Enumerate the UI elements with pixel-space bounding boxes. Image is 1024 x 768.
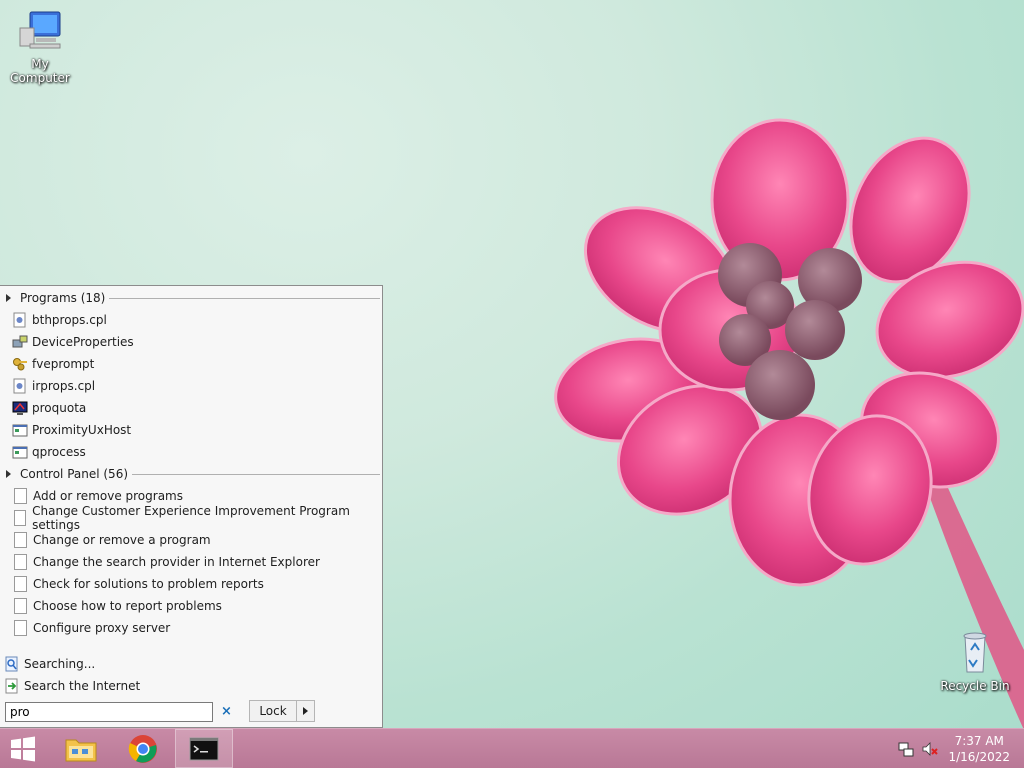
search-internet-item[interactable]: Search the Internet <box>4 676 364 696</box>
list-item-label: Change the search provider in Internet E… <box>33 555 320 569</box>
list-item-proquota[interactable]: proquota <box>12 398 372 418</box>
group-title: Programs (18) <box>20 291 106 305</box>
taskbar-command-prompt[interactable] <box>175 729 233 768</box>
divider <box>109 298 380 299</box>
list-item-proxy-server[interactable]: Configure proxy server <box>12 618 372 638</box>
list-item-label: Change Customer Experience Improvement P… <box>32 504 350 532</box>
list-item-qprocess[interactable]: qprocess <box>12 442 372 462</box>
list-item-label: irprops.cpl <box>32 379 96 393</box>
control-panel-group-header[interactable]: Control Panel (56) <box>6 467 380 481</box>
desktop-icon-label: Recycle Bin <box>940 679 1010 693</box>
list-item-irprops[interactable]: irprops.cpl <box>12 376 372 396</box>
document-icon <box>14 554 27 570</box>
computer-icon <box>19 11 61 49</box>
keys-icon <box>13 358 27 371</box>
clock-time: 7:37 AM <box>954 734 1004 748</box>
lock-button[interactable]: Lock <box>249 700 297 722</box>
list-item-label: proquota <box>32 401 87 415</box>
command-prompt-icon <box>189 737 219 760</box>
list-item-change-remove-program[interactable]: Change or remove a program <box>12 530 372 550</box>
list-item-deviceproperties[interactable]: DeviceProperties <box>12 332 372 352</box>
list-item-label: bthprops.cpl <box>32 313 107 327</box>
list-item-label: Check for solutions to problem reports <box>33 577 264 591</box>
chevron-right-icon <box>303 707 308 715</box>
list-item-label: Choose how to report problems <box>33 599 222 613</box>
clear-search-icon[interactable]: × <box>221 704 232 719</box>
taskbar-file-explorer[interactable] <box>52 729 110 768</box>
start-button[interactable] <box>0 729 52 768</box>
desktop-icon-label: My Computer <box>10 57 70 85</box>
searching-item[interactable]: Searching... <box>4 654 364 674</box>
list-item-ceip-settings[interactable]: Change Customer Experience Improvement P… <box>12 504 372 532</box>
settings-file-icon <box>13 312 26 328</box>
list-item-bthprops[interactable]: bthprops.cpl <box>12 310 372 330</box>
search-input[interactable] <box>5 702 213 722</box>
monitor-icon <box>12 401 28 415</box>
list-item-add-remove-programs[interactable]: Add or remove programs <box>12 486 372 506</box>
searching-label: Searching... <box>24 657 96 671</box>
devices-icon <box>12 335 28 348</box>
start-menu: Programs (18) bthprops.cpl DevicePropert… <box>0 285 383 728</box>
list-item-proximityuxhost[interactable]: ProximityUxHost <box>12 420 372 440</box>
internet-arrow-icon <box>5 678 18 694</box>
network-icon[interactable] <box>898 741 914 757</box>
list-item-search-provider[interactable]: Change the search provider in Internet E… <box>12 552 372 572</box>
list-item-label: DeviceProperties <box>32 335 134 349</box>
folder-icon <box>65 739 97 761</box>
recycle-bin-icon <box>963 632 987 673</box>
list-item-label: ProximityUxHost <box>32 423 132 437</box>
chrome-icon <box>128 734 157 763</box>
list-item-label: Add or remove programs <box>33 489 183 503</box>
divider <box>132 474 380 475</box>
list-item-label: Change or remove a program <box>33 533 211 547</box>
document-icon <box>14 620 27 636</box>
programs-group-header[interactable]: Programs (18) <box>6 291 380 305</box>
clock-date: 1/16/2022 <box>948 750 1010 764</box>
list-item-label: qprocess <box>32 445 86 459</box>
document-icon <box>14 576 27 592</box>
list-item-problem-reports[interactable]: Check for solutions to problem reports <box>12 574 372 594</box>
document-icon <box>14 510 27 526</box>
expand-arrow-icon <box>6 294 11 302</box>
list-item-fveprompt[interactable]: fveprompt <box>12 354 372 374</box>
list-item-label: fveprompt <box>32 357 95 371</box>
list-item-label: Configure proxy server <box>33 621 171 635</box>
volume-muted-icon[interactable] <box>922 741 938 757</box>
taskbar-chrome[interactable] <box>114 729 172 768</box>
group-title: Control Panel (56) <box>20 467 129 481</box>
power-options-button[interactable] <box>296 700 315 722</box>
list-item-report-problems[interactable]: Choose how to report problems <box>12 596 372 616</box>
window-icon <box>12 424 28 437</box>
windows-logo-icon <box>11 736 35 761</box>
taskbar: 7:37 AM 1/16/2022 <box>0 728 1024 768</box>
desktop-icon-my-computer[interactable]: My Computer <box>0 8 80 85</box>
document-icon <box>14 532 27 548</box>
expand-arrow-icon <box>6 470 11 478</box>
document-icon <box>14 488 27 504</box>
search-internet-label: Search the Internet <box>24 679 141 693</box>
system-clock[interactable]: 7:37 AM 1/16/2022 <box>948 733 1010 765</box>
document-icon <box>14 598 27 614</box>
search-progress-icon <box>5 656 18 672</box>
window-icon <box>12 446 28 459</box>
settings-file-icon <box>13 378 26 394</box>
desktop-icon-recycle-bin[interactable]: Recycle Bin <box>935 630 1015 693</box>
